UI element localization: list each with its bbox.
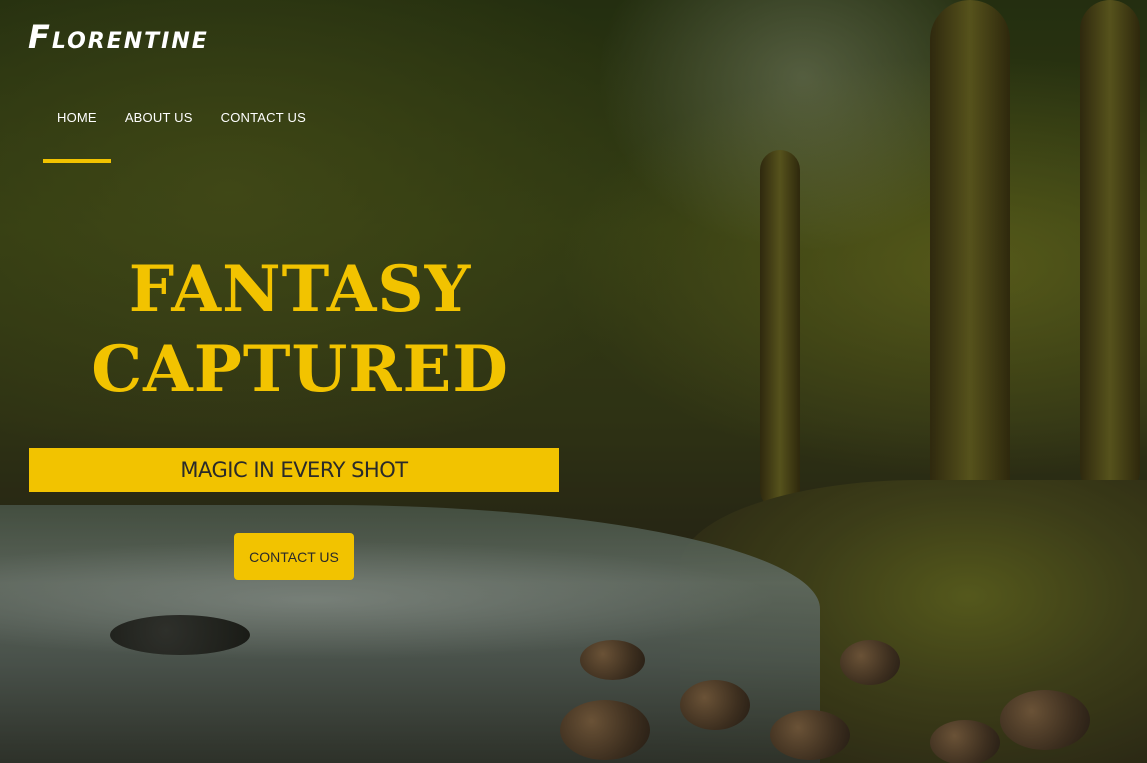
headline-line-1: FANTASY: [128, 252, 472, 327]
headline-line-2: CAPTURED: [91, 332, 509, 407]
nav-item-about-us[interactable]: ABOUT US: [111, 108, 207, 139]
tagline-banner: MAGIC IN EVERY SHOT: [29, 448, 559, 492]
nav-item-home[interactable]: HOME: [43, 108, 111, 163]
hero-headline: FANTASY CAPTURED: [80, 250, 520, 410]
site-logo[interactable]: Florentine: [28, 18, 209, 56]
nav-item-contact-us[interactable]: CONTACT US: [207, 108, 320, 139]
tagline-text: MAGIC IN EVERY SHOT: [180, 458, 408, 482]
main-nav: HOME ABOUT US CONTACT US: [43, 108, 320, 163]
hero-section: Florentine HOME ABOUT US CONTACT US FANT…: [0, 0, 1147, 763]
contact-us-button[interactable]: CONTACT US: [234, 533, 354, 580]
